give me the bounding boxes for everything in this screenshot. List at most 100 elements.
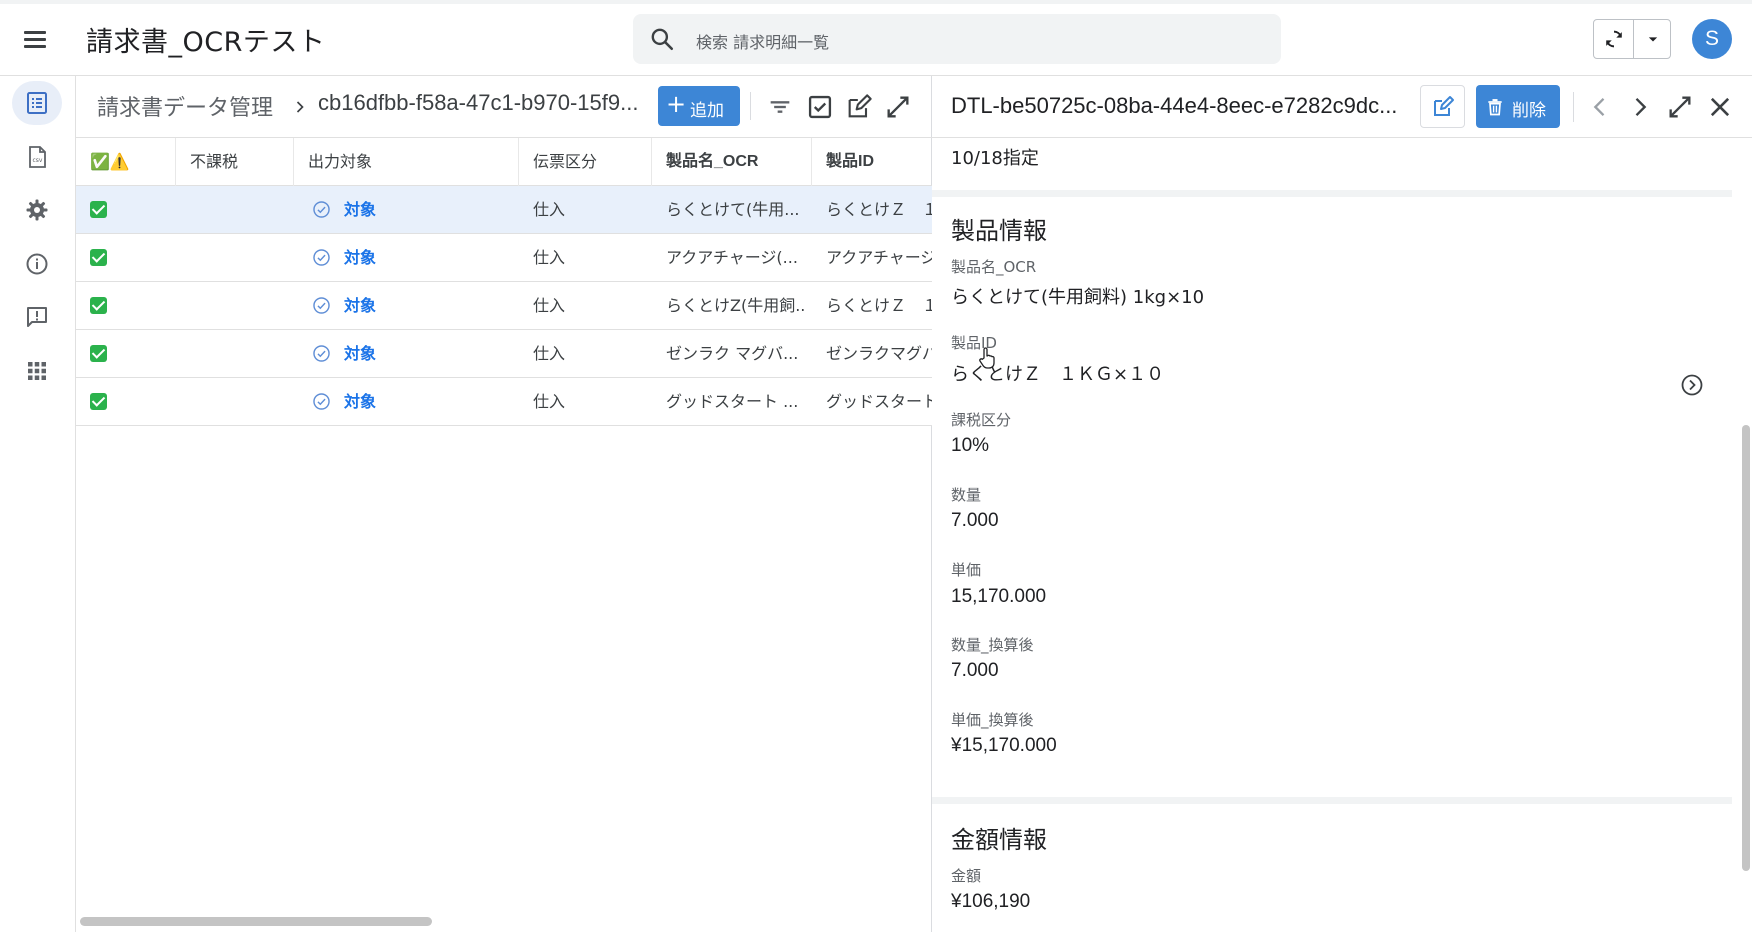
- checked-icon: [90, 249, 107, 266]
- chevron-right-icon[interactable]: [1626, 93, 1654, 121]
- toolbar-divider: [750, 92, 751, 120]
- column-header-product-id[interactable]: 製品ID: [812, 138, 932, 186]
- hamburger-menu-icon[interactable]: [20, 24, 50, 54]
- product-ocr-cell: らくとけZ(牛用飼...: [666, 296, 806, 315]
- search-icon: [651, 28, 674, 51]
- product-ocr-cell: アクアチャージ(...: [666, 248, 798, 267]
- breadcrumb-root[interactable]: 請求書データ管理: [97, 90, 273, 122]
- rail-item-apps[interactable]: [12, 349, 62, 393]
- output-target-cell: 対象: [344, 344, 377, 363]
- product-id-cell: らくとけＺ １: [826, 296, 932, 315]
- column-header-output-target[interactable]: 出力対象: [294, 138, 519, 186]
- sync-dropdown-button[interactable]: [1634, 20, 1671, 58]
- delete-button-label: 削除: [1512, 101, 1546, 121]
- top-app-bar: 請求書_OCRテスト 検索 請求明細一覧 S: [0, 0, 1752, 76]
- invoice-detail-grid: ✅⚠️ 不課税 出力対象 伝票区分 製品名_OCR 製品ID 対象 仕入 らくと…: [76, 138, 932, 428]
- expand-icon[interactable]: [884, 93, 912, 121]
- field-label-unit-price-converted: 単価_換算後: [951, 711, 1034, 729]
- rail-item-settings[interactable]: [12, 188, 62, 232]
- horizontal-scrollbar[interactable]: [80, 917, 432, 926]
- user-avatar[interactable]: S: [1692, 19, 1732, 59]
- rail-item-feedback[interactable]: [12, 295, 62, 339]
- table-row[interactable]: 対象 仕入 らくとけZ(牛用飼... らくとけＺ １: [76, 282, 932, 330]
- detail-body: 10/18指定 製品情報 製品名_OCR らくとけて(牛用飼料) 1kg×10 …: [932, 138, 1732, 932]
- field-value-tax-class: 10%: [951, 435, 990, 456]
- detail-header: DTL-be50725c-08ba-44e4-8eec-e7282c9dc...…: [932, 76, 1752, 138]
- field-label-tax-class: 課税区分: [951, 411, 1012, 429]
- check-circle-icon: [313, 345, 330, 362]
- check-circle-icon: [313, 297, 330, 314]
- output-target-cell: 対象: [344, 200, 377, 219]
- field-value-quantity-converted: 7.000: [951, 660, 999, 681]
- open-link-circle-icon[interactable]: [1680, 373, 1704, 397]
- expand-icon[interactable]: [1666, 93, 1694, 121]
- trash-icon: [1488, 99, 1502, 116]
- list-icon: [27, 92, 47, 114]
- breadcrumb-current: cb16dfbb-f58a-47c1-b970-15f9...: [318, 90, 639, 115]
- app-title: 請求書_OCRテスト: [86, 27, 326, 58]
- field-label-quantity-converted: 数量_換算後: [951, 636, 1034, 654]
- slip-type-cell: 仕入: [533, 344, 566, 363]
- sync-icon: [1606, 30, 1622, 48]
- top-edge: [0, 0, 1752, 4]
- field-value-quantity: 7.000: [951, 510, 999, 531]
- vertical-scrollbar[interactable]: [1742, 425, 1750, 871]
- check-circle-icon: [313, 249, 330, 266]
- rail-item-info[interactable]: [12, 242, 62, 286]
- check-circle-icon: [313, 201, 330, 218]
- delete-button[interactable]: 削除: [1476, 85, 1560, 128]
- table-row[interactable]: 対象 仕入 アクアチャージ(... アクアチャージ: [76, 234, 932, 282]
- add-button-label: 追加: [690, 101, 724, 121]
- chevron-left-icon[interactable]: [1586, 93, 1614, 121]
- slip-type-cell: 仕入: [533, 200, 566, 219]
- check-circle-icon: [313, 393, 330, 410]
- rail-item-csv[interactable]: csv: [12, 135, 62, 179]
- field-label-unit-price: 単価: [951, 561, 982, 579]
- section-title-amount: 金額情報: [951, 826, 1047, 854]
- column-header-status[interactable]: ✅⚠️: [76, 138, 176, 186]
- search-bar[interactable]: 検索 請求明細一覧: [633, 14, 1281, 64]
- output-target-cell: 対象: [344, 392, 377, 411]
- detail-panel: DTL-be50725c-08ba-44e4-8eec-e7282c9dc...…: [932, 76, 1752, 932]
- checkbox-select-icon[interactable]: [806, 93, 834, 121]
- column-header-slip-type[interactable]: 伝票区分: [519, 138, 652, 186]
- checked-icon: [90, 201, 107, 218]
- apps-grid-icon: [28, 362, 46, 380]
- table-row[interactable]: 対象 仕入 ゼンラク マグバ... ゼンラクマグバ: [76, 330, 932, 378]
- output-target-cell: 対象: [344, 248, 377, 267]
- edit-icon[interactable]: [845, 93, 873, 121]
- field-value-amount: ¥106,190: [951, 891, 1031, 912]
- rail-item-list[interactable]: [12, 81, 62, 125]
- edit-icon: [1434, 96, 1454, 116]
- field-value-unit-price: 15,170.000: [951, 586, 1047, 607]
- info-icon: [26, 253, 48, 275]
- sync-button-group: [1593, 19, 1671, 59]
- add-button[interactable]: + 追加: [658, 86, 740, 126]
- slip-type-cell: 仕入: [533, 248, 566, 267]
- product-ocr-cell: らくとけて(牛用...: [666, 200, 800, 219]
- section-separator: [932, 797, 1732, 804]
- header-divider: [1573, 92, 1574, 122]
- product-ocr-cell: ゼンラク マグバ...: [666, 344, 799, 363]
- table-row[interactable]: 対象 仕入 グッドスタート ... グッドスタート: [76, 378, 932, 426]
- slip-type-cell: 仕入: [533, 392, 566, 411]
- close-icon[interactable]: [1706, 93, 1734, 121]
- feedback-icon: [27, 307, 47, 327]
- slip-type-cell: 仕入: [533, 296, 566, 315]
- gear-icon: [26, 199, 48, 221]
- filter-icon[interactable]: [766, 93, 794, 121]
- column-header-non-taxable[interactable]: 不課税: [176, 138, 294, 186]
- column-header-product-name-ocr[interactable]: 製品名_OCR: [652, 138, 812, 186]
- field-label-amount: 金額: [951, 867, 982, 885]
- sync-button[interactable]: [1594, 20, 1634, 58]
- chevron-right-icon: [296, 101, 304, 113]
- edit-button[interactable]: [1420, 85, 1465, 128]
- table-row[interactable]: 対象 仕入 らくとけて(牛用... らくとけＺ １: [76, 186, 932, 234]
- detail-title: DTL-be50725c-08ba-44e4-8eec-e7282c9dc...: [951, 93, 1398, 118]
- product-id-cell: らくとけＺ １: [826, 200, 932, 219]
- grid-header: ✅⚠️ 不課税 出力対象 伝票区分 製品名_OCR 製品ID: [76, 138, 932, 186]
- caret-down-icon: [1648, 37, 1658, 42]
- checked-icon: [90, 345, 107, 362]
- product-id-cell: ゼンラクマグバ: [826, 344, 932, 363]
- svg-text:csv: csv: [33, 157, 43, 164]
